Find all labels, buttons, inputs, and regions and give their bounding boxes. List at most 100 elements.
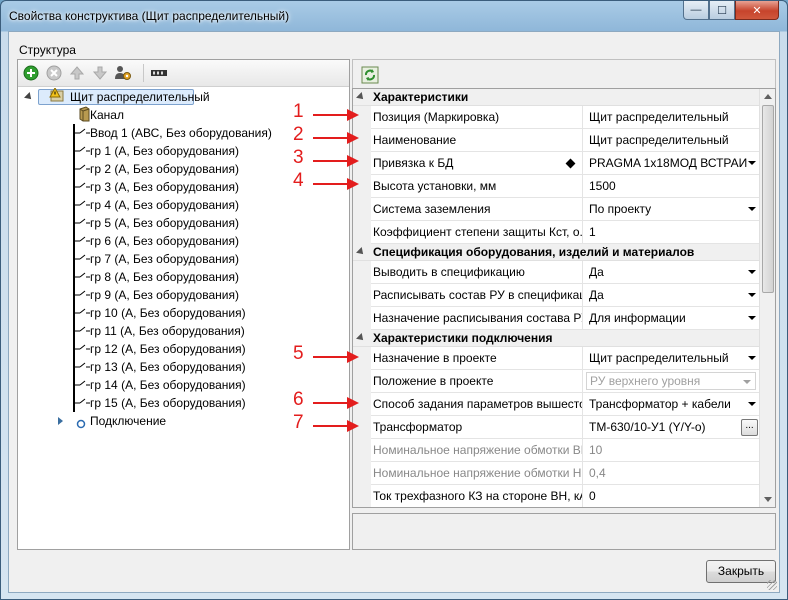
disabled-combo: РУ верхнего уровня xyxy=(586,372,756,390)
annotation-arrowhead-icon xyxy=(347,397,359,409)
property-value[interactable]: Щит распределительный xyxy=(584,129,760,151)
property-value[interactable]: 1 xyxy=(584,221,760,243)
terminal-block-icon[interactable] xyxy=(149,64,169,82)
property-name: Назначение расписывания состава РУ xyxy=(371,307,583,329)
property-value-text: ТМ-630/10-У1 (Y/Y-о) xyxy=(589,420,706,434)
property-value[interactable]: PRAGMA 1x18МОД ВСТРАИ xyxy=(584,152,760,174)
property-row[interactable]: Наименование Щит распределительный xyxy=(353,129,760,152)
category-collapse-icon[interactable] xyxy=(356,247,366,257)
tree-node[interactable]: гр 9 (А, Без оборудования) xyxy=(18,286,349,304)
scroll-down-icon[interactable] xyxy=(764,497,772,502)
dialog-client-area: Структура Щит распределительный Канал Вв… xyxy=(8,31,780,593)
property-name: Выводить в спецификацию xyxy=(371,261,583,283)
chevron-down-icon xyxy=(743,380,751,384)
tree-node[interactable]: гр 5 (А, Без оборудования) xyxy=(18,214,349,232)
scroll-up-icon[interactable] xyxy=(764,94,772,99)
tree-node-label: гр 8 (А, Без оборудования) xyxy=(90,270,239,284)
property-category[interactable]: Характеристики подключения xyxy=(353,330,760,347)
category-collapse-icon[interactable] xyxy=(356,333,366,343)
tree-node[interactable]: гр 8 (А, Без оборудования) xyxy=(18,268,349,286)
resize-grip-icon[interactable] xyxy=(767,580,777,590)
row-gutter xyxy=(353,221,371,244)
move-up-icon[interactable] xyxy=(68,64,86,82)
property-value[interactable]: 1500 xyxy=(584,175,760,197)
chevron-down-icon[interactable] xyxy=(748,316,756,320)
maximize-button[interactable]: ☐ xyxy=(709,1,735,20)
property-row[interactable]: Положение в проекте РУ верхнего уровня xyxy=(353,370,760,393)
chevron-down-icon[interactable] xyxy=(748,207,756,211)
property-row[interactable]: Трансформатор ТМ-630/10-У1 (Y/Y-о)... xyxy=(353,416,760,439)
annotation-arrow xyxy=(313,402,349,404)
annotation-number: 3 xyxy=(293,147,304,168)
structure-label: Структура xyxy=(19,43,76,57)
property-value[interactable]: 0 xyxy=(584,485,760,507)
annotation-arrowhead-icon xyxy=(347,132,359,144)
property-grid-scrollbar[interactable] xyxy=(759,89,775,507)
property-row[interactable]: Назначение расписывания состава РУ Для ин… xyxy=(353,307,760,330)
tree-node[interactable]: гр 11 (А, Без оборудования) xyxy=(18,322,349,340)
chevron-down-icon[interactable] xyxy=(748,402,756,406)
chevron-down-icon[interactable] xyxy=(748,161,756,165)
property-value-text: Щит распределительный xyxy=(589,351,729,365)
property-row[interactable]: Расписывать состав РУ в спецификации Да xyxy=(353,284,760,307)
close-window-button[interactable]: ✕ xyxy=(735,1,779,20)
property-value[interactable]: ТМ-630/10-У1 (Y/Y-о)... xyxy=(584,416,760,438)
tree-node[interactable]: гр 10 (А, Без оборудования) xyxy=(18,304,349,322)
close-button[interactable]: Закрыть xyxy=(706,560,776,583)
tree-collapsed-icon[interactable] xyxy=(58,417,63,425)
add-icon[interactable] xyxy=(22,64,40,82)
property-value[interactable]: Щит распределительный xyxy=(584,106,760,128)
property-row[interactable]: Назначение в проекте Щит распределительны… xyxy=(353,347,760,370)
property-value[interactable]: По проекту xyxy=(584,198,760,220)
property-value-text: Да xyxy=(589,288,604,302)
scroll-thumb[interactable] xyxy=(762,105,774,293)
tree-node[interactable]: гр 6 (А, Без оборудования) xyxy=(18,232,349,250)
property-value-text: Трансформатор + кабели xyxy=(589,397,731,411)
annotation-number: 4 xyxy=(293,170,304,191)
tree-node[interactable]: гр 4 (А, Без оборудования) xyxy=(18,196,349,214)
chevron-down-icon[interactable] xyxy=(748,270,756,274)
property-value-text: 1 xyxy=(589,225,596,239)
property-row[interactable]: Ток трехфазного КЗ на стороне ВН, кА 0 xyxy=(353,485,760,507)
property-name: Позиция (Маркировка) xyxy=(371,106,583,128)
annotation-arrow xyxy=(313,137,349,139)
property-category[interactable]: Характеристики xyxy=(353,89,760,106)
tree-node-label: гр 3 (А, Без оборудования) xyxy=(90,180,239,194)
property-row[interactable]: Коэффициент степени защиты Кст, о.е. 1 xyxy=(353,221,760,244)
property-row[interactable]: Номинальное напряжение обмотки НН, кВ 0,4 xyxy=(353,462,760,485)
category-collapse-icon[interactable] xyxy=(356,92,366,102)
title-bar[interactable]: Свойства конструктива (Щит распределител… xyxy=(1,1,787,31)
minimize-button[interactable]: — xyxy=(683,1,709,20)
property-row[interactable]: Выводить в спецификацию Да xyxy=(353,261,760,284)
property-value[interactable]: Для информации xyxy=(584,307,760,329)
tree-node-label: гр 14 (А, Без оборудования) xyxy=(90,378,246,392)
window-controls: — ☐ ✕ xyxy=(683,1,779,21)
property-row[interactable]: Позиция (Маркировка) Щит распределительны… xyxy=(353,106,760,129)
chevron-down-icon[interactable] xyxy=(748,356,756,360)
property-value[interactable]: Трансформатор + кабели xyxy=(584,393,760,415)
move-down-icon[interactable] xyxy=(91,64,109,82)
property-value[interactable]: Да xyxy=(584,284,760,306)
property-value-text: PRAGMA 1x18МОД ВСТРАИ xyxy=(589,156,748,170)
property-row[interactable]: Система заземления По проекту xyxy=(353,198,760,221)
property-grid-rows: Характеристики Позиция (Маркировка) Щит ра… xyxy=(353,89,760,507)
property-value-text: Для информации xyxy=(589,311,686,325)
tree-node-label: гр 12 (А, Без оборудования) xyxy=(90,342,246,356)
property-category[interactable]: Спецификация оборудования, изделий и мат… xyxy=(353,244,760,261)
chevron-down-icon[interactable] xyxy=(748,293,756,297)
delete-icon[interactable] xyxy=(45,64,63,82)
property-row[interactable]: Высота установки, мм 1500 xyxy=(353,175,760,198)
tree-node[interactable]: гр 7 (А, Без оборудования) xyxy=(18,250,349,268)
tree-expanded-icon[interactable] xyxy=(24,92,34,102)
property-name: Привязка к БД xyxy=(371,152,583,174)
property-row[interactable]: Способ задания параметров вышестоящей се… xyxy=(353,393,760,416)
refresh-icon[interactable] xyxy=(361,66,379,84)
annotation-arrow xyxy=(313,114,349,116)
property-value[interactable]: Щит распределительный xyxy=(584,347,760,369)
property-row[interactable]: Привязка к БД PRAGMA 1x18МОД ВСТРАИ xyxy=(353,152,760,175)
ellipsis-button[interactable]: ... xyxy=(741,419,758,436)
tree-node-label: гр 15 (А, Без оборудования) xyxy=(90,396,246,410)
property-value[interactable]: Да xyxy=(584,261,760,283)
user-settings-icon[interactable] xyxy=(114,64,132,82)
property-row[interactable]: Номинальное напряжение обмотки ВН, кВ 10 xyxy=(353,439,760,462)
